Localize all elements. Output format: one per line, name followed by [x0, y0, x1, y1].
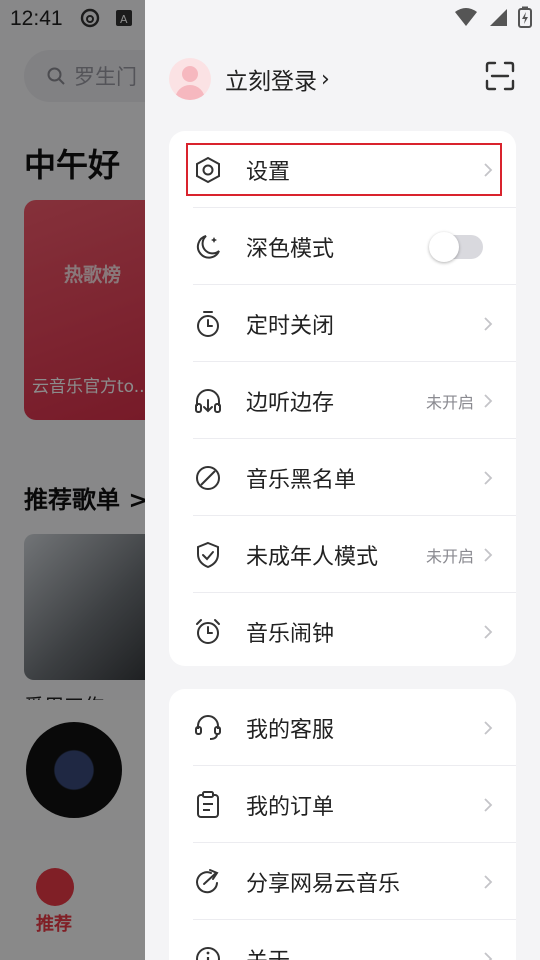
status-text: 未开启: [425, 392, 474, 412]
avatar[interactable]: [169, 58, 211, 100]
settings-menu-card: 设置 深色模式 定时关闭 边听边存 未开启 音乐黑名单 未成年人模式 未开启 音…: [169, 131, 516, 666]
highlight-box: [186, 143, 502, 196]
headphone-download-icon: [195, 388, 221, 413]
menu-item-about[interactable]: 关于: [169, 920, 516, 960]
menu-item-teen-mode[interactable]: 未成年人模式 未开启: [169, 516, 516, 593]
chevron-right-icon: [484, 720, 493, 735]
chevron-right-icon: [484, 547, 493, 562]
menu-item-label: 边听边存: [246, 390, 335, 416]
login-label[interactable]: 立刻登录: [225, 62, 317, 96]
battery-charging-icon: [518, 6, 532, 28]
chevron-right-icon: [484, 316, 493, 331]
login-row[interactable]: 立刻登录 ›: [169, 56, 330, 102]
timer-icon: [197, 310, 219, 337]
side-drawer: 立刻登录 › 设置 深色模式 定时关闭 边听边存 未开启 音乐黑名单 未成年人模…: [145, 0, 540, 960]
block-icon: [196, 465, 220, 490]
status-text: 未开启: [425, 546, 474, 566]
avatar-body: [175, 85, 205, 100]
service-menu-card: 我的客服 我的订单 分享网易云音乐 关于: [169, 689, 516, 960]
dark-mode-toggle[interactable]: [429, 231, 483, 262]
share-icon: [196, 868, 219, 893]
chevron-right-icon: [484, 874, 493, 889]
wifi-icon: [455, 8, 477, 26]
moon-icon: [196, 234, 220, 259]
headset-icon: [195, 714, 221, 740]
scan-icon[interactable]: [484, 60, 516, 92]
chevron-right-icon: [484, 951, 493, 960]
alarm-clock-icon: [196, 618, 220, 644]
menu-item-dark-mode[interactable]: 深色模式: [169, 208, 516, 285]
menu-item-label: 音乐闹钟: [246, 621, 335, 647]
clipboard-icon: [197, 790, 219, 818]
menu-item-sleep-timer[interactable]: 定时关闭: [169, 285, 516, 362]
menu-item-listen-save[interactable]: 边听边存 未开启: [169, 362, 516, 439]
chevron-right-icon: [484, 624, 493, 639]
menu-item-customer-service[interactable]: 我的客服: [169, 689, 516, 766]
system-status-icons: [454, 6, 532, 28]
toggle-knob: [429, 231, 459, 262]
menu-item-label: 分享网易云音乐: [246, 871, 401, 897]
menu-item-share-app[interactable]: 分享网易云音乐: [169, 843, 516, 920]
chevron-right-icon: [484, 470, 493, 485]
menu-item-label: 音乐黑名单: [246, 467, 357, 493]
menu-item-music-alarm[interactable]: 音乐闹钟: [169, 593, 516, 670]
avatar-head: [182, 66, 198, 82]
menu-item-my-orders[interactable]: 我的订单: [169, 766, 516, 843]
menu-item-label: 深色模式: [246, 236, 335, 262]
menu-item-label: 我的客服: [246, 717, 335, 743]
cell-signal-icon: [490, 9, 507, 26]
menu-item-label: 未成年人模式: [246, 544, 379, 570]
chevron-right-icon: [484, 393, 493, 408]
menu-item-label: 我的订单: [246, 794, 335, 820]
menu-item-label: 关于: [246, 943, 290, 960]
menu-item-music-blacklist[interactable]: 音乐黑名单: [169, 439, 516, 516]
menu-item-settings[interactable]: 设置: [169, 131, 516, 208]
info-icon: [196, 946, 220, 960]
login-chevron-icon: ›: [321, 66, 330, 92]
menu-item-label: 定时关闭: [246, 313, 335, 339]
shield-check-icon: [197, 541, 219, 568]
chevron-right-icon: [484, 797, 493, 812]
